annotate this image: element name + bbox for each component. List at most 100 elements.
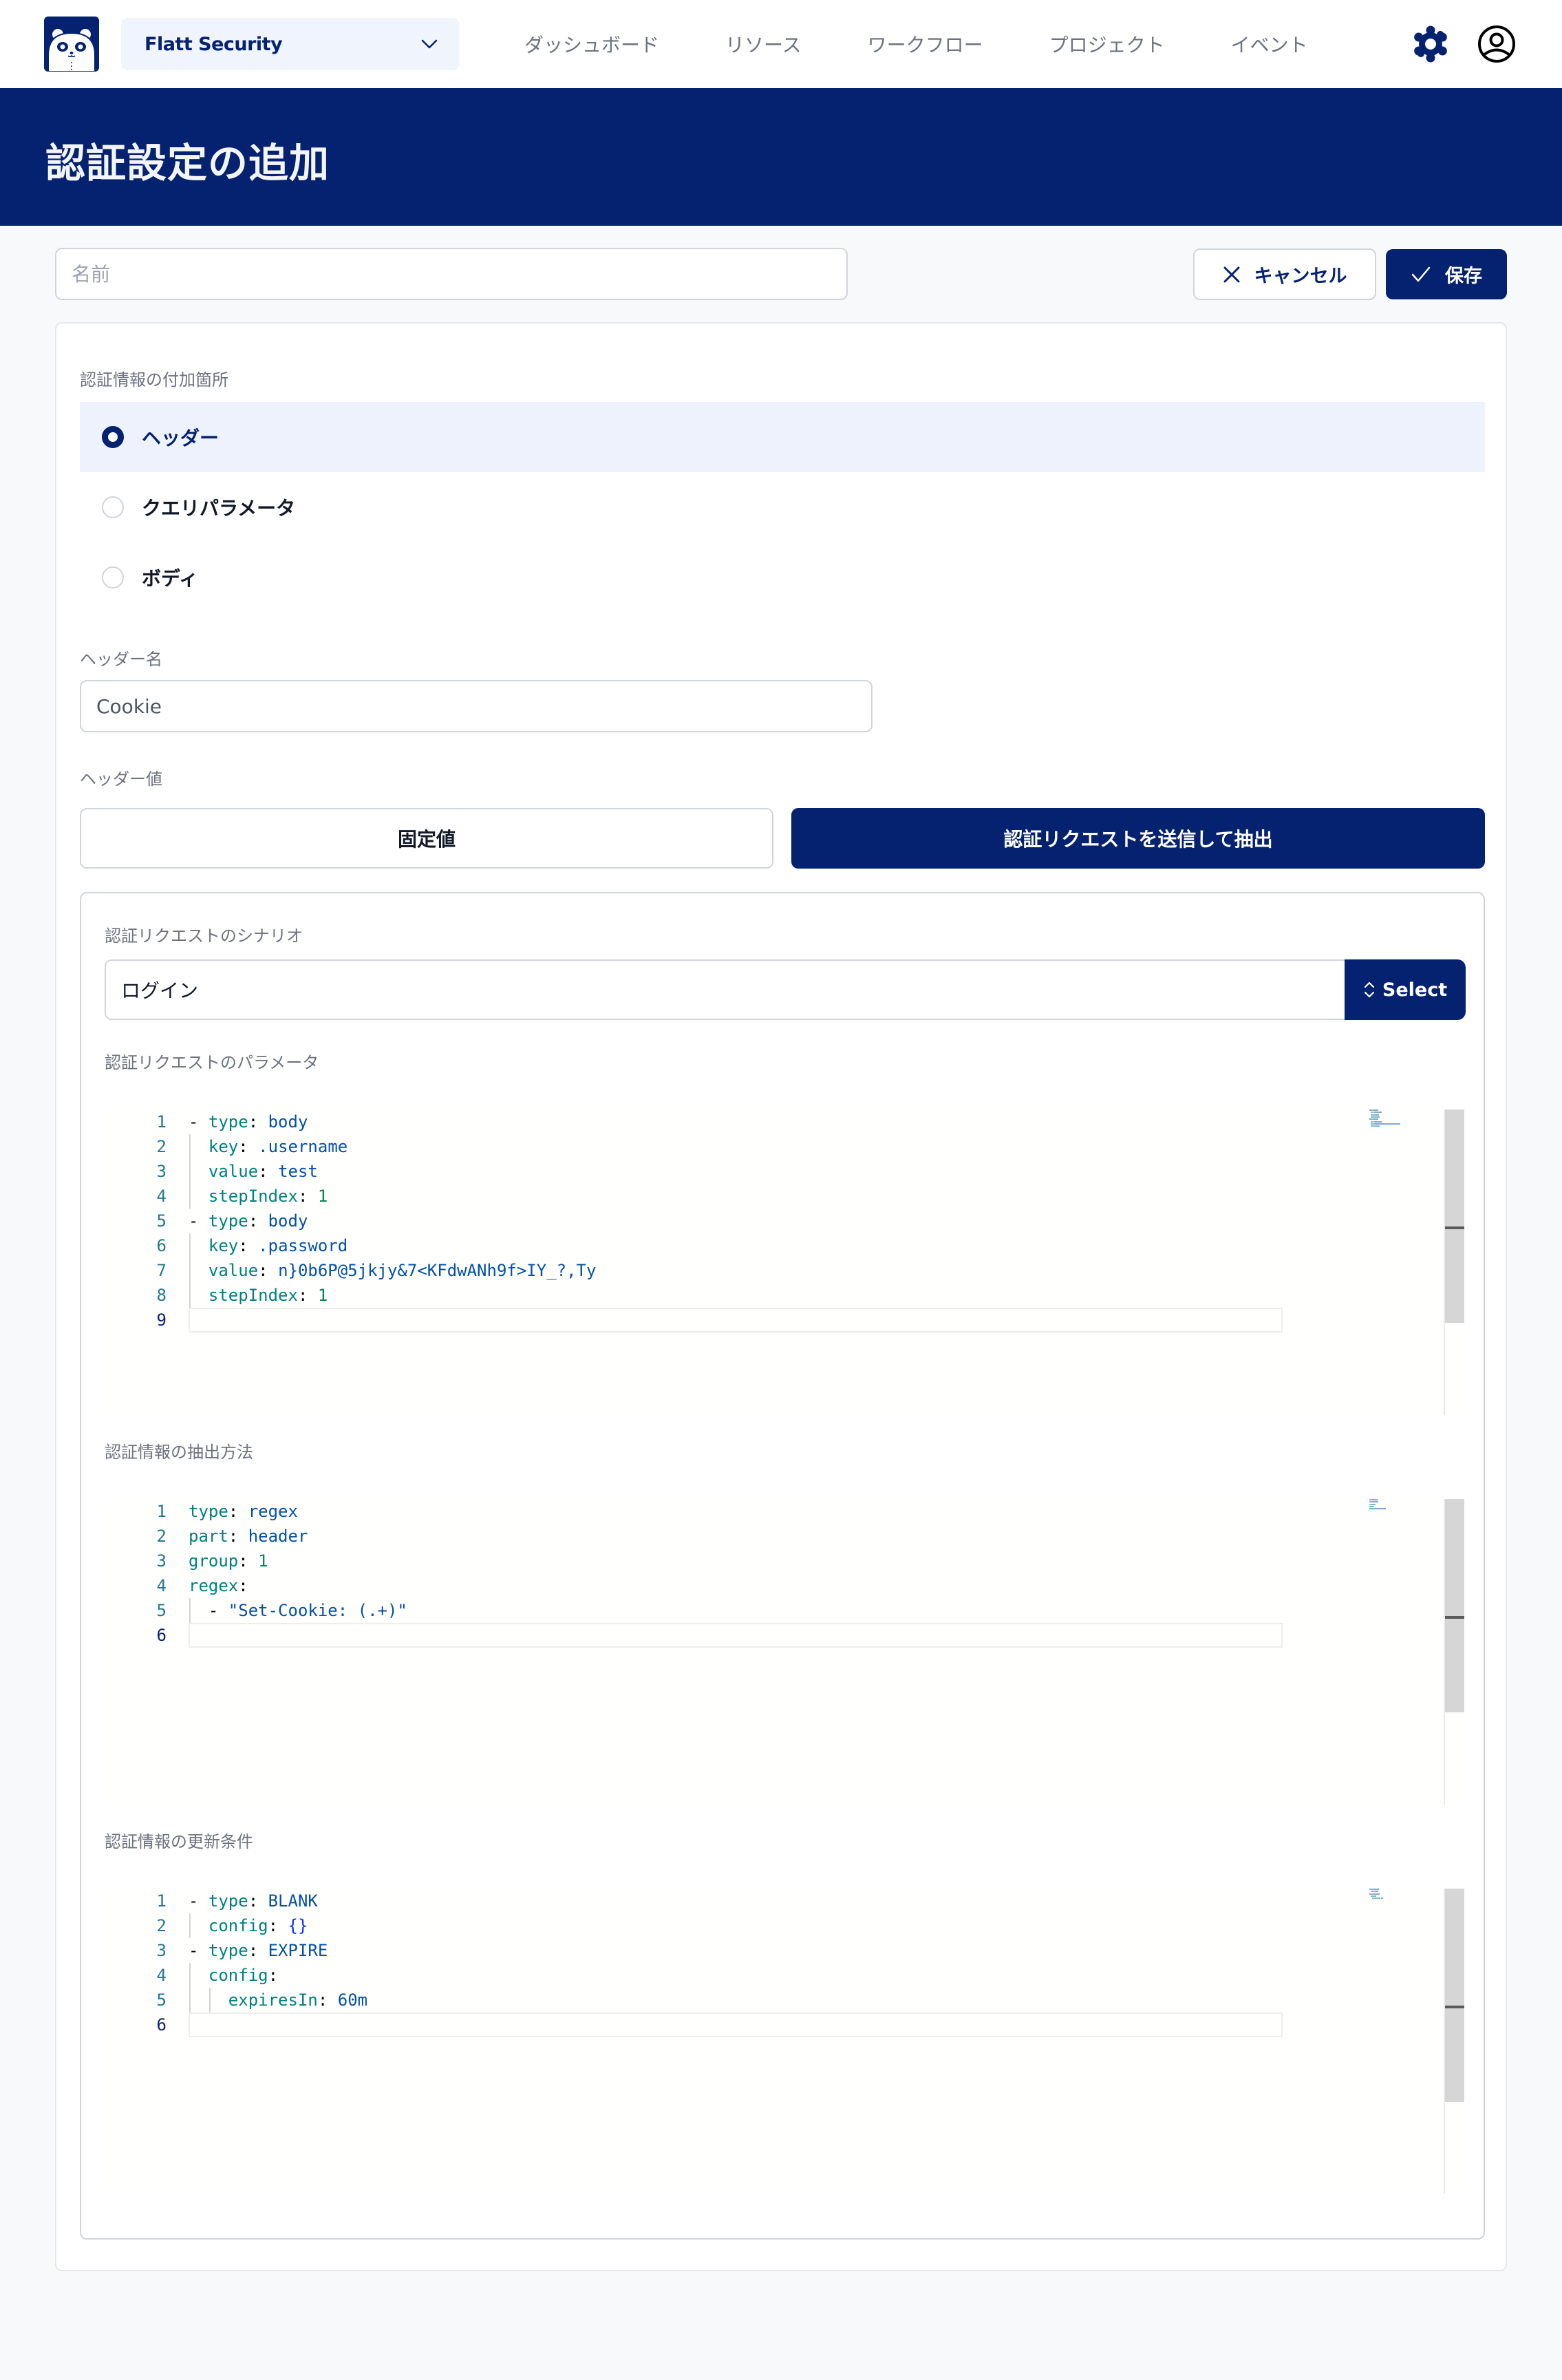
- panda-logo-icon[interactable]: [44, 17, 99, 72]
- code-line[interactable]: 3 group: 1: [105, 1549, 1360, 1573]
- scrollbar-thumb[interactable]: [1445, 1109, 1464, 1323]
- code-line[interactable]: 3 - type: EXPIRE: [105, 1938, 1360, 1963]
- radio-option-header[interactable]: ヘッダー: [80, 402, 1485, 472]
- gear-icon[interactable]: [1411, 24, 1451, 64]
- page-header: 認証設定の追加: [0, 88, 1562, 226]
- organization-selector[interactable]: Flatt Security: [121, 18, 460, 70]
- code-text: config:: [208, 1966, 279, 1985]
- code-line[interactable]: 9: [105, 1308, 1360, 1332]
- minimap-line: [1373, 1501, 1379, 1503]
- chevron-down-icon: [421, 39, 438, 49]
- indent-guide: [189, 1913, 191, 1938]
- code-line[interactable]: 2 part: header: [105, 1524, 1360, 1549]
- scenario-select-button[interactable]: Select: [1345, 959, 1466, 1020]
- code-line[interactable]: 8 stepIndex: 1: [105, 1283, 1360, 1308]
- minimap-line: [1375, 1118, 1379, 1120]
- editor-minimap[interactable]: [1369, 1109, 1431, 1151]
- code-line[interactable]: 6 key: .password: [105, 1233, 1360, 1258]
- scenario-input[interactable]: [105, 959, 1347, 1020]
- nav-item-dashboard[interactable]: ダッシュボード: [524, 30, 659, 58]
- line-number: 3: [156, 1162, 167, 1181]
- radio-unchecked-icon[interactable]: [102, 566, 124, 588]
- header-name-input[interactable]: [80, 680, 873, 732]
- minimap-line: [1371, 1891, 1376, 1893]
- nav-item-resources[interactable]: リソース: [725, 30, 802, 58]
- code-line[interactable]: 4 stepIndex: 1: [105, 1184, 1360, 1209]
- code-text: expiresIn: 60m: [228, 1990, 368, 2010]
- cancel-button[interactable]: キャンセル: [1193, 248, 1376, 300]
- minimap-line: [1371, 1125, 1378, 1127]
- code-line[interactable]: 4 regex:: [105, 1573, 1360, 1598]
- nav-item-projects[interactable]: プロジェクト: [1049, 30, 1165, 58]
- code-text: value: n}0b6P@5jkjy&7<KFdwANh9f>IY_?,Ty: [208, 1261, 597, 1280]
- minimap-line: [1371, 1895, 1376, 1897]
- editor-scrollbar[interactable]: [1444, 1499, 1464, 1805]
- params-code-editor[interactable]: 1- type: body 2 key: .username 3 value: te…: [105, 1109, 1464, 1415]
- line-number: 5: [156, 1990, 167, 2010]
- code-line[interactable]: 2 key: .username: [105, 1134, 1360, 1159]
- editor-scrollbar[interactable]: [1444, 1889, 1464, 2194]
- extract-method-label: 認証情報の抽出方法: [105, 1443, 253, 1462]
- minimap-line: [1376, 1114, 1380, 1116]
- editor-scrollbar[interactable]: [1444, 1109, 1464, 1415]
- code-line[interactable]: 5 - "Set-Cookie: (.+)": [105, 1598, 1360, 1623]
- scrollbar-thumb[interactable]: [1445, 1889, 1464, 2102]
- code-text: part: header: [189, 1527, 308, 1546]
- line-number: 1: [156, 1502, 167, 1521]
- code-line[interactable]: 5 - type: body: [105, 1209, 1360, 1233]
- line-number: 4: [156, 1966, 167, 1985]
- code-text: config: {}: [208, 1916, 308, 1935]
- save-button[interactable]: 保存: [1386, 249, 1507, 299]
- editor-minimap[interactable]: [1369, 1499, 1431, 1540]
- name-input[interactable]: [55, 248, 848, 300]
- editor-minimap[interactable]: [1369, 1889, 1431, 1930]
- minimap-line: [1374, 1503, 1376, 1505]
- close-icon: [1223, 266, 1239, 282]
- user-circle-icon[interactable]: [1477, 24, 1517, 64]
- code-line[interactable]: 3 value: test: [105, 1159, 1360, 1184]
- code-line[interactable]: 1 type: regex: [105, 1499, 1360, 1524]
- radio-checked-icon[interactable]: [102, 426, 124, 448]
- fixed-value-toggle[interactable]: 固定値: [80, 808, 773, 869]
- code-line[interactable]: 4 config:: [105, 1963, 1360, 1988]
- radio-unchecked-icon[interactable]: [102, 496, 124, 518]
- indent-guide: [189, 1988, 191, 2012]
- cursor-position-marker: [1445, 1616, 1464, 1619]
- indent-guide: [189, 1258, 191, 1283]
- code-line[interactable]: 2 config: {}: [105, 1913, 1360, 1938]
- scenario-label: 認証リクエストのシナリオ: [105, 926, 303, 946]
- code-line[interactable]: 1 - type: body: [105, 1109, 1360, 1134]
- indent-guide: [189, 1963, 191, 1988]
- radio-option-body[interactable]: ボディ: [80, 542, 1485, 613]
- radio-option-query-parameter[interactable]: クエリパラメータ: [80, 472, 1485, 542]
- minimap-line: [1372, 1508, 1387, 1510]
- minimap-line: [1372, 1898, 1380, 1900]
- code-line[interactable]: 6: [105, 1623, 1360, 1648]
- auth-request-panel: 認証リクエストのシナリオ Select 認証リクエストのパラメータ 1 - typ…: [80, 892, 1485, 2240]
- minimap-line: [1375, 1893, 1380, 1895]
- code-line[interactable]: 1 - type: BLANK: [105, 1889, 1360, 1913]
- indent-guide: [208, 1988, 211, 2012]
- scrollbar-thumb[interactable]: [1445, 1499, 1464, 1712]
- line-number: 4: [156, 1187, 167, 1206]
- line-number: 2: [156, 1137, 167, 1156]
- minimap-line: [1375, 1109, 1379, 1111]
- code-text: value: test: [208, 1162, 318, 1181]
- extract-via-request-toggle[interactable]: 認証リクエストを送信して抽出: [791, 808, 1485, 869]
- nav-item-workflows[interactable]: ワークフロー: [868, 30, 983, 58]
- nav-item-events[interactable]: イベント: [1231, 30, 1308, 58]
- extract-code-editor[interactable]: 1 type: regex 2 part: header 3 group: 1 4 regex…: [105, 1499, 1464, 1805]
- current-line-highlight: [189, 2012, 1283, 2037]
- chevron-up-down-icon: [1364, 981, 1374, 998]
- current-line-highlight: [189, 1308, 1283, 1332]
- code-line[interactable]: 6: [105, 2012, 1360, 2037]
- line-number: 4: [156, 1576, 167, 1595]
- code-text: - type: body: [189, 1112, 308, 1131]
- main-nav: ダッシュボード リソース ワークフロー プロジェクト イベント: [524, 0, 1374, 88]
- code-line[interactable]: 5 expiresIn: 60m: [105, 1988, 1360, 2012]
- minimap-line: [1379, 1116, 1380, 1118]
- refresh-code-editor[interactable]: 1- type: BLANK 2 config: {} 3- type: EXPIR…: [105, 1889, 1464, 2194]
- minimap-line: [1373, 1499, 1378, 1500]
- line-number: 7: [156, 1261, 167, 1280]
- code-line[interactable]: 7 value: n}0b6P@5jkjy&7<KFdwANh9f>IY_?,T…: [105, 1258, 1360, 1283]
